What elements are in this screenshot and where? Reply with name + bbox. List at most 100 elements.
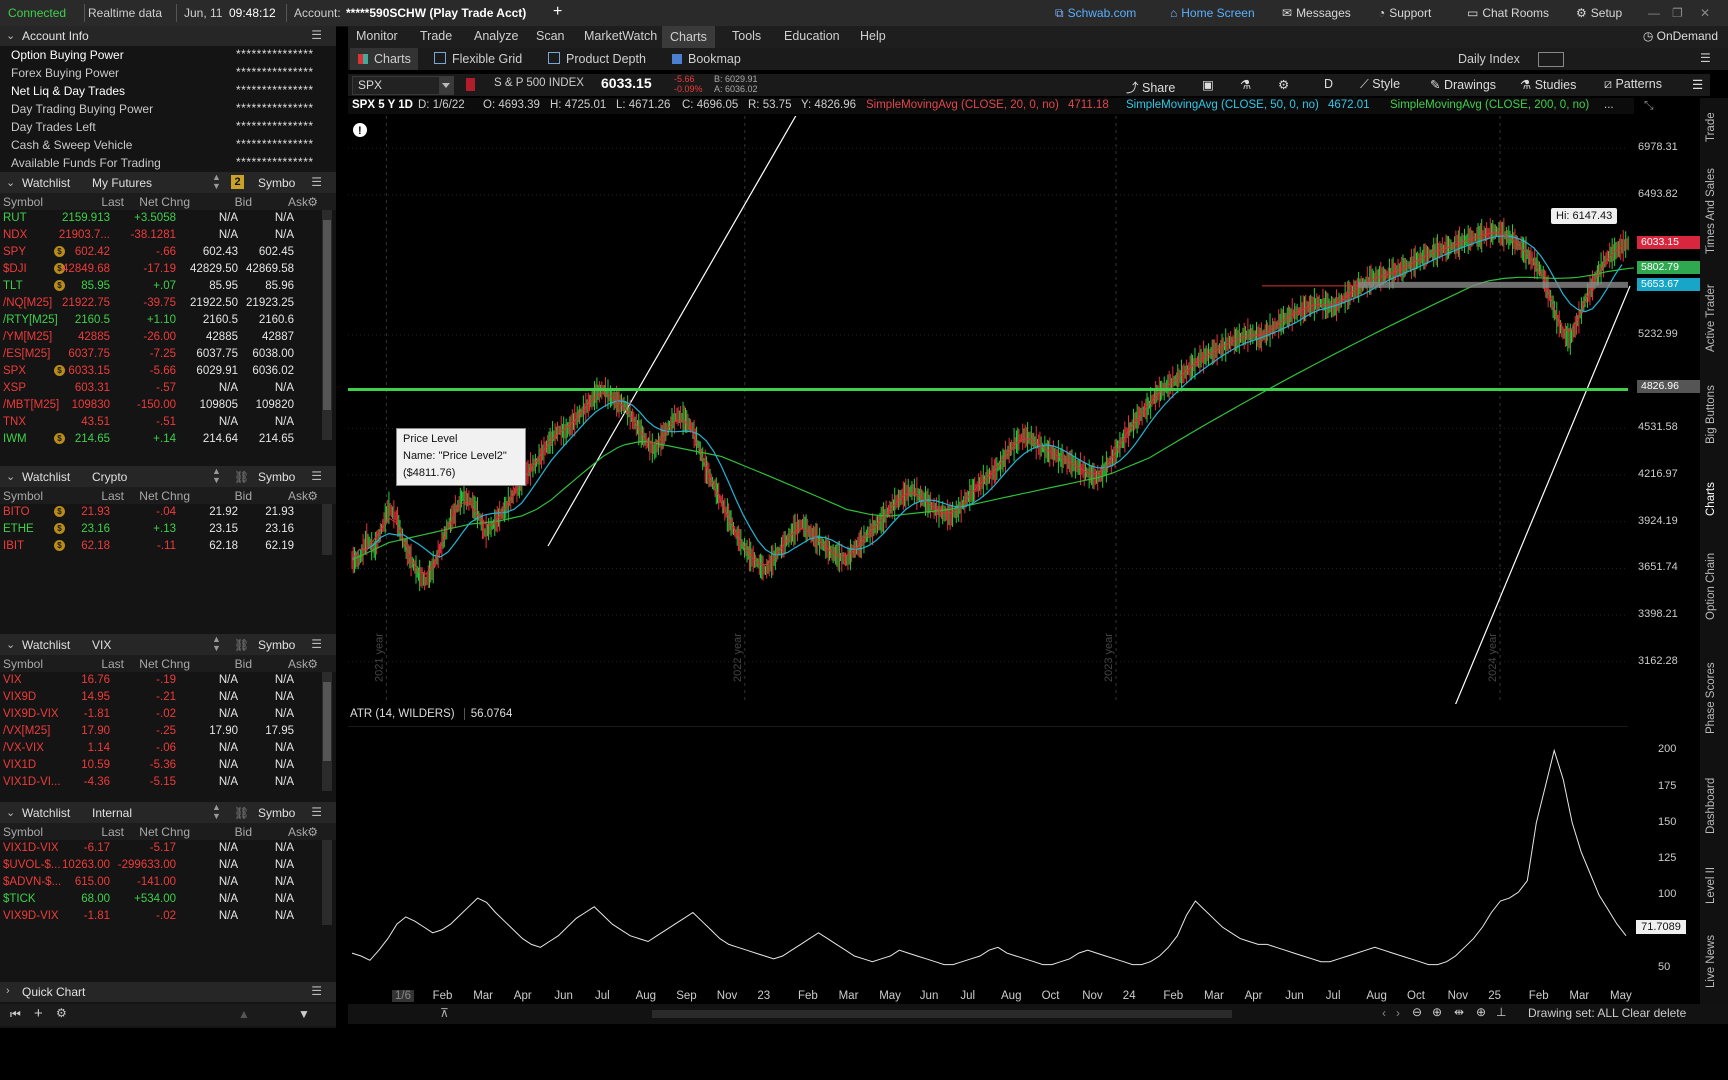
chat-rooms-button[interactable]: ▭ Chat Rooms [1467,6,1549,20]
symbol-column-picker[interactable]: Symbo [258,638,295,652]
watchlist-scrollbar[interactable] [322,840,332,925]
chart-scrollbar[interactable] [652,1010,1232,1018]
watchlist-row[interactable]: IWM $214.65 +.14 214.64 214.65 [0,431,322,448]
menu-item-tools[interactable]: Tools [732,29,761,43]
watchlist-row[interactable]: VIX1D 10.59 -5.36 N/A N/A [0,757,322,774]
ondemand-button[interactable]: ◷ OnDemand [1643,29,1718,43]
watchlist-row[interactable]: SPX $6033.15 -5.66 6029.91 6036.02 [0,363,322,380]
watchlist-row[interactable]: TNX 43.51 -.51 N/A N/A [0,414,322,431]
drawing-set-icon[interactable]: ⊥ [1496,1005,1506,1019]
home-screen-link[interactable]: ⌂ Home Screen [1170,6,1255,20]
chevron-left-icon[interactable]: ‹ [1382,1006,1386,1020]
schwab-link[interactable]: ⧉ Schwab.com [1055,6,1136,21]
share-button[interactable]: ⤴ Share [1126,77,1175,96]
column-header[interactable]: Ask [288,825,308,839]
watchlist-row[interactable]: VIX9D-VIX -1.81 -.02 N/A N/A [0,908,322,925]
column-header[interactable]: Net Chng [139,825,190,839]
first-icon[interactable]: ⏮ [10,1007,21,1022]
messages-button[interactable]: ✉ Messages [1282,6,1351,20]
menu-item-education[interactable]: Education [784,29,840,43]
column-header[interactable]: Symbol [3,825,43,839]
link-icon[interactable]: ⛓ [234,470,249,484]
quick-chart-header[interactable]: › Quick Chart ☰ [0,982,336,1002]
watchlist-row[interactable]: IBIT $62.18 -.11 62.18 62.19 [0,538,322,555]
right-tab-phase-scores[interactable]: Phase Scores [1705,662,1717,734]
zoom-in-icon[interactable]: ⊕ [1432,1005,1442,1019]
menu-icon[interactable]: ☰ [1692,77,1703,92]
symbol-column-picker[interactable]: Symbo [258,176,295,190]
tab-flexible-grid[interactable]: Flexible Grid [434,52,522,66]
studies-button[interactable]: ⚗ Studies [1520,77,1576,92]
watchlist-row[interactable]: $UVOL-$... 10263.00 -299633.00 N/A N/A [0,857,322,874]
menu-item-charts[interactable]: Charts [662,26,715,48]
watchlist-name-dropdown[interactable]: VIX [92,638,111,652]
menu-item-analyze[interactable]: Analyze [474,29,518,43]
column-header[interactable]: Bid [235,657,252,671]
style-button[interactable]: ⟋ Style [1360,77,1400,92]
watchlist-name-dropdown[interactable]: Internal [92,806,132,820]
atr-axis[interactable]: 200 175 150 125 100 50 [1634,726,1700,988]
menu-item-trade[interactable]: Trade [420,29,452,43]
watchlist-scrollbar[interactable] [322,672,332,791]
account-info-header[interactable]: ⌄ Account Info ☰ [0,26,336,46]
daily-index-toggle[interactable] [1538,52,1564,67]
close-icon[interactable]: ✕ [1700,6,1710,20]
watchlist-header[interactable]: ⌄ Watchlist VIX ▲ ▼ ⛓ Symbo ☰ [0,634,336,655]
scroll-thumb[interactable] [323,682,331,761]
drawing-set-status[interactable]: Drawing set: ALL Clear delete [1528,1006,1686,1020]
right-tab-option-chain[interactable]: Option Chain [1705,553,1717,620]
watchlist-row[interactable]: $ADVN-$... 615.00 -141.00 N/A N/A [0,874,322,891]
watchlist-row[interactable]: /VX[M25] 17.90 -.25 17.90 17.95 [0,723,322,740]
watchlist-row[interactable]: $DJI $42849.68 -17.19 42829.50 42869.58 [0,261,322,278]
chevron-down-icon[interactable]: ⌄ [6,176,15,189]
link-icon[interactable]: ⛓ [234,806,249,820]
right-tab-trade[interactable]: Trade [1705,112,1717,142]
watchlist-row[interactable]: TLT $85.95 +.07 85.95 85.96 [0,278,322,295]
watchlist-row[interactable]: NDX 21903.7... -38.1281 N/A N/A [0,227,322,244]
column-header[interactable]: Ask [288,195,308,209]
down-icon[interactable]: ▼ [298,1007,310,1021]
right-tab-dashboard[interactable]: Dashboard [1705,778,1717,834]
symbol-input[interactable]: SPX [352,76,454,95]
watchlist-header[interactable]: ⌄ Watchlist My Futures ▲ ▼ 2 Symbo ☰ [0,172,336,193]
spinner-icon[interactable]: ▲ ▼ [212,467,221,485]
watchlist-name-dropdown[interactable]: Crypto [92,470,127,484]
link-icon[interactable]: ⛓ [234,638,249,652]
crosshair-icon[interactable]: ⊕ [1476,1005,1486,1019]
menu-icon[interactable]: ☰ [311,28,322,42]
watchlist-row[interactable]: VIX1D-VIX -6.17 -5.17 N/A N/A [0,840,322,857]
setup-button[interactable]: ⚙ Setup [1576,6,1622,20]
account-selector[interactable]: *****590SCHW (Play Trade Acct) [346,6,526,20]
watchlist-row[interactable]: RUT 2159.913 +3.5058 N/A N/A [0,210,322,227]
watchlist-row[interactable]: BITO $21.93 -.04 21.92 21.93 [0,504,322,521]
drawings-button[interactable]: ✎ Drawings [1430,77,1496,92]
menu-item-help[interactable]: Help [860,29,886,43]
watchlist-header[interactable]: ⌄ Watchlist Internal ▲ ▼ ⛓ Symbo ☰ [0,802,336,823]
column-header[interactable]: Last [101,825,124,839]
chevron-down-icon[interactable]: ⌄ [6,638,15,651]
column-header[interactable]: Ask [288,489,308,503]
spinner-icon[interactable]: ▲ ▼ [212,803,221,821]
symbol-column-picker[interactable]: Symbo [258,806,295,820]
right-tab-live-news[interactable]: Live News [1705,935,1717,988]
right-tab-active-trader[interactable]: Active Trader [1705,284,1717,352]
up-icon[interactable]: ▲ [238,1007,250,1021]
scroll-left-icon[interactable]: ⊼ [440,1006,449,1020]
menu-icon[interactable]: ☰ [311,469,322,483]
link-color-icon[interactable] [466,78,475,91]
column-header[interactable]: Net Chng [139,657,190,671]
menu-icon[interactable]: ☰ [311,805,322,819]
menu-icon[interactable]: ☰ [311,637,322,651]
gear-icon[interactable]: ⚙ [1278,77,1289,92]
menu-item-monitor[interactable]: Monitor [356,29,398,43]
column-header[interactable]: Bid [235,195,252,209]
watchlist-row[interactable]: VIX1D-VI... -4.36 -5.15 N/A N/A [0,774,322,791]
right-tab-level-ii[interactable]: Level II [1705,867,1717,904]
fit-icon[interactable]: ⇹ [1454,1005,1464,1019]
watchlist-row[interactable]: $TICK 68.00 +534.00 N/A N/A [0,891,322,908]
gear-icon[interactable]: ⚙ [307,657,318,671]
menu-icon[interactable]: ☰ [311,175,322,189]
watchlist-row[interactable]: /YM[M25] 42885 -26.00 42885 42887 [0,329,322,346]
watchlist-row[interactable]: /ES[M25] 6037.75 -7.25 6037.75 6038.00 [0,346,322,363]
column-header[interactable]: Bid [235,825,252,839]
